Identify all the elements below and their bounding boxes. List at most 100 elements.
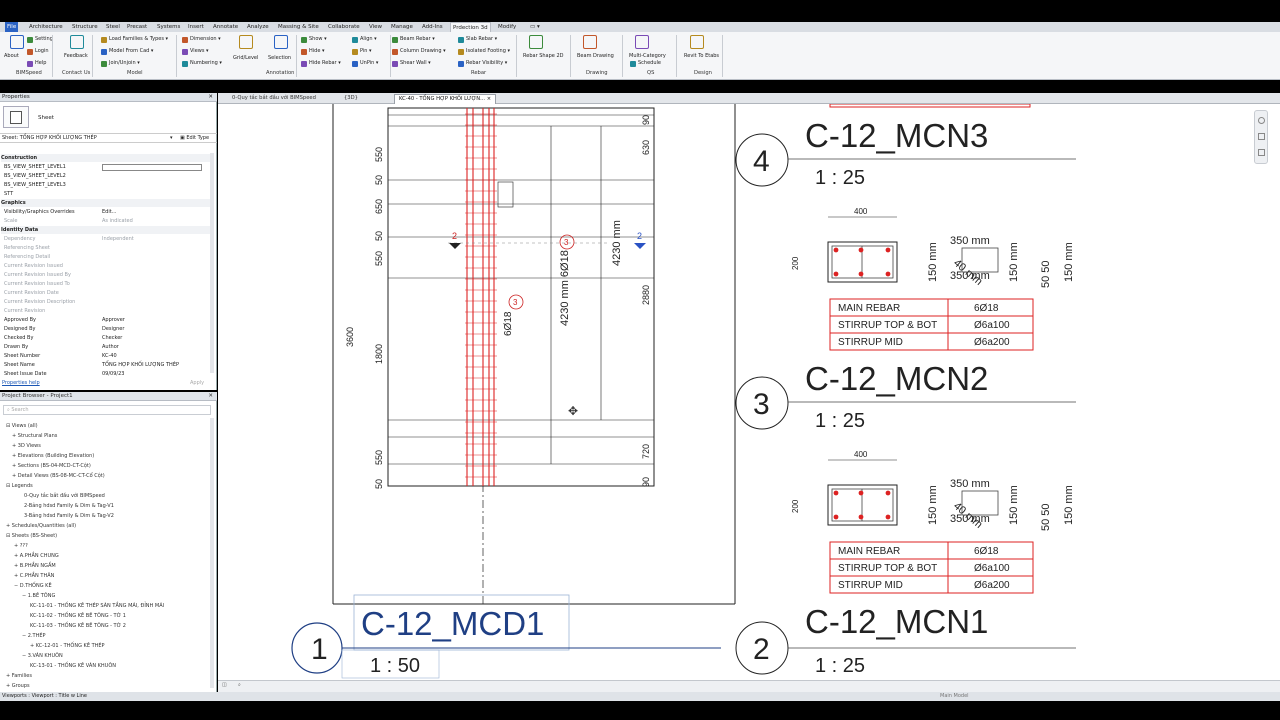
property-row[interactable]: Approved By Approver: [0, 316, 210, 325]
ribbon-button[interactable]: Pin ▾: [360, 48, 372, 55]
browser-tree-item[interactable]: + Elevations (Building Elevation): [12, 451, 94, 461]
view-title-2[interactable]: 2 C-12_MCN1 1 : 25: [735, 603, 1076, 677]
rebar-label-short[interactable]: 6Ø18: [503, 311, 514, 336]
property-row[interactable]: Scale As indicated: [0, 217, 210, 226]
ribbon-button[interactable]: Setting: [35, 36, 53, 43]
browser-scrollbar[interactable]: [210, 418, 214, 688]
browser-tree-item[interactable]: KC-11-03 - THỐNG KÊ BÊ TÔNG - TỜ 2: [30, 621, 126, 631]
ribbon-tab[interactable]: Prdection 3d: [450, 22, 491, 32]
browser-tree-item[interactable]: − 3.VÁN KHUÔN: [22, 651, 63, 661]
drawing-canvas[interactable]: 550 50 650 50 550 1800 550 50 3600 90 630 2880 720 90…: [218, 104, 1280, 680]
dimension-label[interactable]: 3600: [345, 327, 355, 347]
ribbon-tab[interactable]: Annotate: [211, 22, 240, 32]
scale-icon[interactable]: ◫: [222, 682, 227, 688]
dimension-label[interactable]: 550: [374, 147, 384, 162]
property-value[interactable]: Designer: [102, 325, 124, 334]
property-row[interactable]: Sheet Issue Date 09/09/23: [0, 370, 210, 379]
property-row[interactable]: Current Revision Issued: [0, 262, 210, 271]
chevron-down-icon[interactable]: ▾: [170, 134, 173, 143]
dimension-label[interactable]: 50: [374, 231, 384, 241]
property-value[interactable]: TỔNG HỢP KHỐI LƯỢNG THÉP: [102, 361, 179, 370]
cross-section-view[interactable]: 3C-12_MCN21 : 25400200350 mm350 mm40 mm1…: [735, 360, 1076, 594]
section-mark-left[interactable]: 2: [452, 231, 457, 241]
browser-tree-item[interactable]: + Families: [6, 671, 32, 681]
browser-tree-item[interactable]: + KC-12-01 - THỐNG KÊ THÉP: [30, 641, 105, 651]
property-value[interactable]: Author: [102, 343, 119, 352]
ribbon-button[interactable]: Schedule: [638, 60, 661, 67]
ribbon-button[interactable]: Dimension ▾: [190, 36, 221, 43]
zoom-all-icon[interactable]: [1258, 149, 1265, 156]
view-tab[interactable]: KC-40 - TỔNG HỢP KHỐI LƯỢN... ×: [394, 94, 497, 104]
close-icon[interactable]: ✕: [208, 392, 213, 401]
ribbon-button[interactable]: Load Families & Types ▾: [109, 36, 168, 43]
browser-tree-item[interactable]: ⊟ Sheets (BS-Sheet): [6, 531, 57, 541]
browser-tree-item[interactable]: 3-Bảng hdsd Family & Dim & Tag-V2: [24, 511, 114, 521]
ribbon-tab[interactable]: Add-Ins: [420, 22, 445, 32]
property-value[interactable]: Approver: [102, 316, 125, 325]
ribbon-button[interactable]: Shear Wall ▾: [400, 60, 431, 67]
browser-tree-item[interactable]: + Sections (BS-04-MCD-CT-Cột): [12, 461, 91, 471]
browser-tree-item[interactable]: 0-Quy tắc bắt đầu với BIMSpeed: [24, 491, 105, 501]
properties-help-link[interactable]: Properties help: [2, 380, 40, 386]
property-row[interactable]: BS_VIEW_SHEET_LEVEL1: [0, 163, 210, 172]
property-row[interactable]: BS_VIEW_SHEET_LEVEL2: [0, 172, 210, 181]
ribbon-button[interactable]: Isolated Footing ▾: [466, 48, 510, 55]
ribbon-button[interactable]: Multi-Category: [629, 53, 666, 60]
dimension-label[interactable]: 50: [374, 479, 384, 489]
dimension-label[interactable]: 630: [641, 140, 651, 155]
ribbon-tab[interactable]: Modify: [496, 22, 518, 32]
ribbon-button[interactable]: Help: [35, 60, 46, 67]
property-row[interactable]: Sheet Number KC-40: [0, 352, 210, 361]
browser-tree-item[interactable]: + A.PHẦN CHUNG: [14, 551, 59, 561]
ribbon-button[interactable]: Hide ▾: [309, 48, 325, 55]
steering-wheel-icon[interactable]: [1258, 117, 1265, 124]
dimension-label[interactable]: 1800: [374, 344, 384, 364]
ribbon-button[interactable]: Revit To Etabs: [684, 53, 719, 60]
properties-scrollbar[interactable]: [210, 153, 214, 373]
dimension-label[interactable]: 720: [641, 444, 651, 459]
property-value[interactable]: KC-40: [102, 352, 117, 361]
ribbon-tab[interactable]: Precast: [125, 22, 149, 32]
ribbon-tab[interactable]: Architecture: [27, 22, 65, 32]
property-row[interactable]: Current Revision Description: [0, 298, 210, 307]
ribbon-button[interactable]: Rebar Visibility ▾: [466, 60, 507, 67]
instance-selector[interactable]: Sheet: TỔNG HỢP KHỐI LƯỢNG THÉP ▾ ▣ Edit…: [0, 133, 217, 143]
browser-tree-item[interactable]: ⊟ Views (all): [6, 421, 38, 431]
cross-section-view[interactable]: 4C-12_MCN31 : 25400200350 mm350 mm40 mm1…: [735, 117, 1076, 351]
ribbon-button[interactable]: Hide Rebar ▾: [309, 60, 341, 67]
property-value[interactable]: As indicated: [102, 217, 133, 226]
browser-tree-item[interactable]: + Detail Views (BS-08-MC-CT-Cổ Cột): [12, 471, 105, 481]
rebar-length-label[interactable]: 4230 mm: [611, 220, 623, 266]
ribbon-button[interactable]: Login: [35, 48, 49, 55]
ribbon-tab[interactable]: Steel: [104, 22, 122, 32]
ribbon-button[interactable]: UnPin ▾: [360, 60, 378, 67]
zoom-icon[interactable]: [1258, 133, 1265, 140]
view-title-1[interactable]: 1 C-12_MCD1 1 : 50: [291, 594, 721, 679]
property-row[interactable]: Current Revision Issued By: [0, 271, 210, 280]
ribbon-tab[interactable]: Manage: [389, 22, 415, 32]
ribbon-button[interactable]: Views ▾: [190, 48, 209, 55]
ribbon-button[interactable]: Column Drawing ▾: [400, 48, 446, 55]
property-row[interactable]: Current Revision Issued To: [0, 280, 210, 289]
browser-tree-item[interactable]: + B.PHẦN NGẦM: [14, 561, 56, 571]
property-value[interactable]: Edit...: [102, 208, 116, 217]
ribbon-button[interactable]: Beam Rebar ▾: [400, 36, 435, 43]
property-group[interactable]: Construction: [1, 154, 211, 162]
property-row[interactable]: STT: [0, 190, 210, 199]
apply-button[interactable]: Apply: [190, 380, 204, 386]
property-row[interactable]: Sheet Name TỔNG HỢP KHỐI LƯỢNG THÉP: [0, 361, 210, 370]
property-row[interactable]: Referencing Detail: [0, 253, 210, 262]
browser-tree-item[interactable]: + Schedules/Quantities (all): [6, 521, 76, 531]
property-row[interactable]: Referencing Sheet: [0, 244, 210, 253]
view-tab[interactable]: 0-Quy tắc bắt đầu với BIMSpeed: [228, 94, 320, 104]
ribbon-tab[interactable]: Structure: [70, 22, 100, 32]
browser-tree-item[interactable]: + Groups: [6, 681, 30, 691]
ribbon-button[interactable]: About: [4, 53, 19, 60]
dimension-label[interactable]: 2880: [641, 285, 651, 305]
ribbon-button[interactable]: Selection: [268, 55, 291, 62]
browser-tree-item[interactable]: − 2.THÉP: [22, 631, 46, 641]
ribbon-button[interactable]: Model From Cad ▾: [109, 48, 153, 55]
dimension-label[interactable]: 90: [641, 115, 651, 125]
detail-level-icon[interactable]: ⌕: [238, 682, 241, 688]
property-value[interactable]: [102, 164, 202, 171]
